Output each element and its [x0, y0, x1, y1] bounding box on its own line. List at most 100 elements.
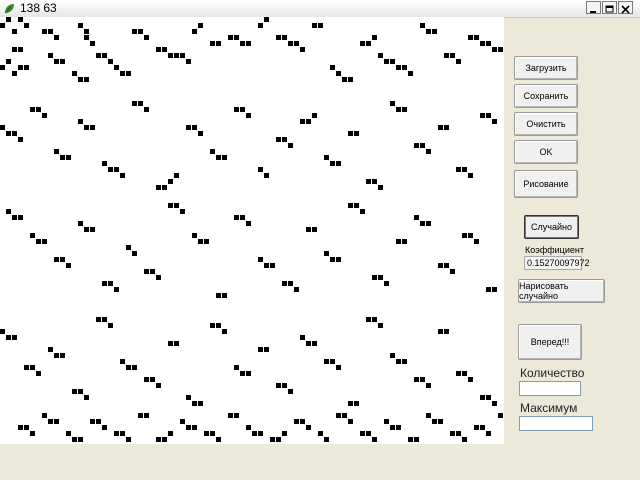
live-cell: [210, 149, 215, 154]
live-cell: [12, 131, 17, 136]
maximize-button[interactable]: [602, 1, 617, 14]
live-cell: [348, 203, 353, 208]
live-cell: [480, 395, 485, 400]
live-cell: [156, 437, 161, 442]
live-cell: [138, 413, 143, 418]
live-cell: [300, 119, 305, 124]
live-cell: [420, 221, 425, 226]
live-cell: [306, 341, 311, 346]
load-button[interactable]: Загрузить: [514, 56, 578, 80]
count-field[interactable]: [519, 381, 581, 396]
clear-button[interactable]: Очистить: [514, 112, 578, 136]
live-cell: [282, 137, 287, 142]
live-cell: [288, 389, 293, 394]
live-cell: [300, 419, 305, 424]
live-cell: [450, 53, 455, 58]
live-cell: [432, 29, 437, 34]
window-title: 138 63: [20, 1, 57, 15]
live-cell: [78, 437, 83, 442]
live-cell: [372, 35, 377, 40]
live-cell: [210, 323, 215, 328]
live-cell: [378, 53, 383, 58]
live-cell: [378, 323, 383, 328]
live-cell: [294, 41, 299, 46]
random-button[interactable]: Случайно: [524, 215, 579, 239]
live-cell: [312, 341, 317, 346]
live-cell: [198, 23, 203, 28]
live-cell: [18, 137, 23, 142]
live-cell: [54, 257, 59, 262]
live-cell: [72, 389, 77, 394]
live-cell: [30, 233, 35, 238]
max-field[interactable]: [519, 416, 593, 431]
live-cell: [270, 263, 275, 268]
live-cell: [366, 317, 371, 322]
live-cell: [42, 413, 47, 418]
live-cell: [324, 437, 329, 442]
live-cell: [396, 107, 401, 112]
live-cell: [246, 113, 251, 118]
live-cell: [6, 17, 11, 22]
live-cell: [60, 257, 65, 262]
live-cell: [138, 101, 143, 106]
live-cell: [54, 59, 59, 64]
live-cell: [246, 221, 251, 226]
live-cell: [486, 113, 491, 118]
live-cell: [114, 431, 119, 436]
live-cell: [402, 107, 407, 112]
live-cell: [120, 173, 125, 178]
live-cell: [480, 113, 485, 118]
live-cell: [258, 257, 263, 262]
title-bar[interactable]: 138 63: [0, 0, 640, 18]
live-cell: [384, 419, 389, 424]
life-board[interactable]: [0, 17, 504, 444]
live-cell: [468, 377, 473, 382]
live-cell: [300, 335, 305, 340]
forward-button[interactable]: Вперед!!!: [518, 324, 582, 360]
live-cell: [294, 419, 299, 424]
live-cell: [258, 23, 263, 28]
live-cell: [186, 395, 191, 400]
live-cell: [108, 59, 113, 64]
live-cell: [414, 437, 419, 442]
draw-mode-button[interactable]: Рисование: [514, 170, 578, 198]
live-cell: [234, 107, 239, 112]
live-cell: [126, 365, 131, 370]
live-cell: [210, 431, 215, 436]
live-cell: [342, 77, 347, 82]
live-cell: [162, 437, 167, 442]
live-cell: [6, 59, 11, 64]
live-cell: [180, 53, 185, 58]
draw-random-button[interactable]: Нарисовать случайно: [518, 279, 605, 303]
save-button[interactable]: Сохранить: [514, 84, 578, 108]
live-cell: [102, 317, 107, 322]
live-cell: [354, 203, 359, 208]
coefficient-field[interactable]: 0.15270097972: [524, 256, 590, 270]
live-cell: [252, 431, 257, 436]
close-button[interactable]: [618, 1, 633, 14]
live-cell: [342, 413, 347, 418]
live-cell: [396, 65, 401, 70]
cell-grid: [0, 17, 503, 442]
live-cell: [228, 35, 233, 40]
ok-button[interactable]: OK: [514, 140, 578, 164]
live-cell: [426, 221, 431, 226]
minimize-button[interactable]: [586, 1, 601, 14]
live-cell: [30, 431, 35, 436]
live-cell: [12, 335, 17, 340]
live-cell: [36, 371, 41, 376]
live-cell: [198, 401, 203, 406]
live-cell: [366, 179, 371, 184]
live-cell: [462, 437, 467, 442]
live-cell: [264, 173, 269, 178]
live-cell: [330, 161, 335, 166]
live-cell: [414, 143, 419, 148]
live-cell: [102, 161, 107, 166]
live-cell: [102, 425, 107, 430]
live-cell: [360, 209, 365, 214]
live-cell: [24, 23, 29, 28]
live-cell: [0, 23, 5, 28]
live-cell: [180, 209, 185, 214]
live-cell: [282, 431, 287, 436]
live-cell: [6, 131, 11, 136]
